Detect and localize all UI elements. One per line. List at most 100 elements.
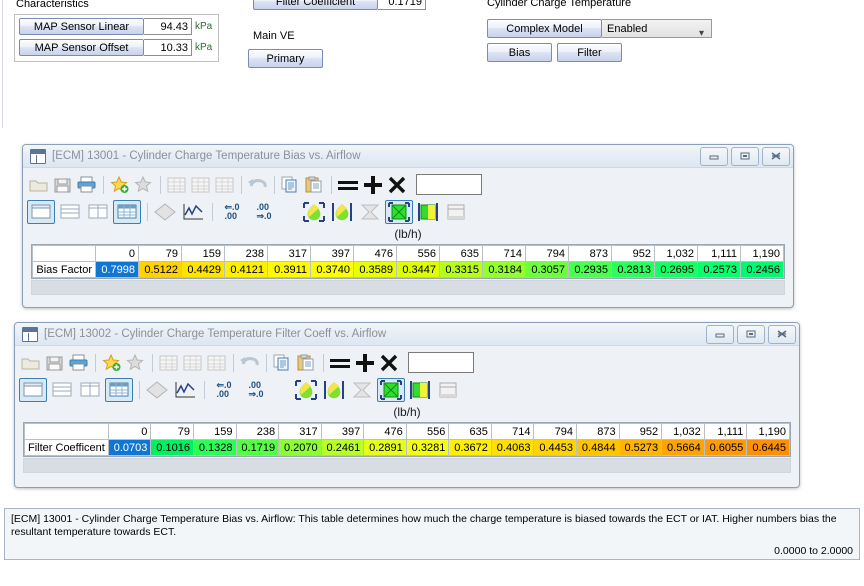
view-table-icon[interactable] xyxy=(105,377,133,402)
column-header-1[interactable]: 79 xyxy=(150,423,194,440)
data-cell-8[interactable]: 0.3672 xyxy=(448,439,492,456)
print-icon[interactable] xyxy=(75,174,97,196)
data-cell-13[interactable]: 0.2695 xyxy=(654,261,698,278)
data-cell-6[interactable]: 0.2891 xyxy=(363,439,407,456)
data-cell-14[interactable]: 0.6055 xyxy=(703,439,748,456)
window1-data-table[interactable]: 0 79 159 238 317 397 476 556 635 714 794 873 952 1,03… xyxy=(32,245,784,278)
data-cell-10[interactable]: 0.4453 xyxy=(533,439,578,456)
column-header-10[interactable]: 794 xyxy=(533,423,578,440)
view-single-icon[interactable] xyxy=(27,199,55,224)
data-cell-1[interactable]: 0.1016 xyxy=(150,439,194,456)
column-header-15[interactable]: 1,190 xyxy=(740,245,784,262)
equals-icon[interactable] xyxy=(336,174,360,196)
shape-icon[interactable] xyxy=(144,379,170,401)
undo-icon[interactable] xyxy=(246,174,268,196)
column-header-8[interactable]: 635 xyxy=(448,423,492,440)
mdi-window-13002[interactable]: [ECM] 13002 - Cylinder Charge Temperatur… xyxy=(14,322,800,488)
window2-table-wrapper[interactable]: 0 79 159 238 317 397 476 556 635 714 794 873 952 1,03… xyxy=(23,422,791,457)
copy-icon[interactable] xyxy=(271,352,293,374)
copy-icon[interactable] xyxy=(279,174,301,196)
view-vertical-split-icon[interactable] xyxy=(77,379,103,401)
data-cell-5[interactable]: 0.2461 xyxy=(320,439,365,456)
color-fill-icon[interactable] xyxy=(321,379,347,401)
multiply-icon[interactable] xyxy=(378,352,400,374)
data-cell-13[interactable]: 0.5664 xyxy=(661,439,705,456)
column-header-11[interactable]: 873 xyxy=(576,423,620,440)
save-disk-icon[interactable] xyxy=(51,174,73,196)
window1-restore-button[interactable] xyxy=(731,146,759,166)
interpolate-icon[interactable] xyxy=(357,201,383,223)
window2-titlebar[interactable]: [ECM] 13002 - Cylinder Charge Temperatur… xyxy=(15,323,799,346)
scrollbar-thumb[interactable] xyxy=(32,281,784,294)
data-cell-4[interactable]: 0.3911 xyxy=(267,261,311,278)
graph-line-icon[interactable] xyxy=(172,379,198,401)
view-horizontal-split-icon[interactable] xyxy=(49,379,75,401)
window2-minimize-button[interactable] xyxy=(706,324,734,344)
decimal-decrease-icon[interactable]: ⇐.0.00 xyxy=(217,201,247,223)
table-row-icon[interactable] xyxy=(181,352,203,374)
window1-table-wrapper[interactable]: 0 79 159 238 317 397 476 556 635 714 794 873 952 1,03… xyxy=(31,244,785,279)
cct-filter-button[interactable]: Filter xyxy=(557,43,622,62)
window2-close-button[interactable] xyxy=(768,324,796,344)
add-favorite-star-icon[interactable] xyxy=(108,174,130,196)
data-cell-12[interactable]: 0.2813 xyxy=(611,261,655,278)
data-cell-14[interactable]: 0.2573 xyxy=(697,261,741,278)
complex-model-button[interactable]: Complex Model xyxy=(487,19,602,38)
column-header-11[interactable]: 873 xyxy=(568,245,612,262)
main-ve-primary-button[interactable]: Primary xyxy=(248,49,323,68)
data-cell-1[interactable]: 0.5122 xyxy=(138,261,182,278)
table-insert-icon[interactable] xyxy=(165,174,187,196)
decimal-increase-icon[interactable]: .00 ⇒.0 xyxy=(249,201,279,223)
interpolate-icon[interactable] xyxy=(349,379,375,401)
column-header-12[interactable]: 952 xyxy=(618,423,663,440)
data-cell-8[interactable]: 0.3315 xyxy=(439,261,483,278)
remove-favorite-star-icon[interactable] xyxy=(132,174,154,196)
mdi-window-13001[interactable]: [ECM] 13001 - Cylinder Charge Temperatur… xyxy=(22,144,794,308)
view-table-icon[interactable] xyxy=(113,199,141,224)
shape-icon[interactable] xyxy=(152,201,178,223)
window1-minimize-button[interactable] xyxy=(700,146,728,166)
undo-icon[interactable] xyxy=(238,352,260,374)
column-header-10[interactable]: 794 xyxy=(525,245,569,262)
data-cell-10[interactable]: 0.3057 xyxy=(525,261,569,278)
decimal-increase-icon[interactable]: .00 ⇒.0 xyxy=(241,379,271,401)
data-cell-15[interactable]: 0.2456 xyxy=(740,261,784,278)
column-header-9[interactable]: 714 xyxy=(482,245,526,262)
view-vertical-split-icon[interactable] xyxy=(85,201,111,223)
data-cell-0[interactable]: 0.7998 xyxy=(95,261,139,278)
view-single-icon[interactable] xyxy=(19,377,47,402)
data-cell-4[interactable]: 0.2070 xyxy=(278,439,322,456)
toolbar-value-input[interactable] xyxy=(408,352,474,373)
map-sensor-linear-value[interactable]: 94.43 xyxy=(144,18,192,35)
table-delete-icon[interactable] xyxy=(205,352,227,374)
column-header-6[interactable]: 476 xyxy=(363,423,407,440)
column-header-4[interactable]: 317 xyxy=(267,245,311,262)
window2-data-table[interactable]: 0 79 159 238 317 397 476 556 635 714 794 873 952 1,03… xyxy=(24,423,790,456)
smooth-icon[interactable] xyxy=(443,201,469,223)
data-cell-0[interactable]: 0.0703 xyxy=(107,439,152,456)
plus-icon[interactable] xyxy=(354,352,376,374)
data-cell-9[interactable]: 0.4063 xyxy=(490,439,535,456)
column-header-14[interactable]: 1,111 xyxy=(703,423,748,440)
multiply-icon[interactable] xyxy=(386,174,408,196)
print-icon[interactable] xyxy=(67,352,89,374)
plus-icon[interactable] xyxy=(362,174,384,196)
filter-coefficient-button[interactable]: Filter Coefficient xyxy=(253,0,378,10)
window1-close-button[interactable] xyxy=(762,146,790,166)
window1-horizontal-scrollbar[interactable] xyxy=(31,280,785,295)
save-disk-icon[interactable] xyxy=(43,352,65,374)
data-cell-3[interactable]: 0.4121 xyxy=(224,261,268,278)
data-cell-7[interactable]: 0.3281 xyxy=(405,439,450,456)
column-header-15[interactable]: 1,190 xyxy=(746,423,790,440)
window2-restore-button[interactable] xyxy=(737,324,765,344)
equals-icon[interactable] xyxy=(328,352,352,374)
column-header-1[interactable]: 79 xyxy=(138,245,182,262)
column-header-14[interactable]: 1,111 xyxy=(697,245,741,262)
table-insert-icon[interactable] xyxy=(157,352,179,374)
scrollbar-thumb[interactable] xyxy=(24,459,790,472)
column-header-5[interactable]: 397 xyxy=(310,245,354,262)
map-sensor-offset-button[interactable]: MAP Sensor Offset xyxy=(19,39,144,56)
data-cell-6[interactable]: 0.3589 xyxy=(353,261,397,278)
graph-line-icon[interactable] xyxy=(180,201,206,223)
column-header-2[interactable]: 159 xyxy=(181,245,225,262)
